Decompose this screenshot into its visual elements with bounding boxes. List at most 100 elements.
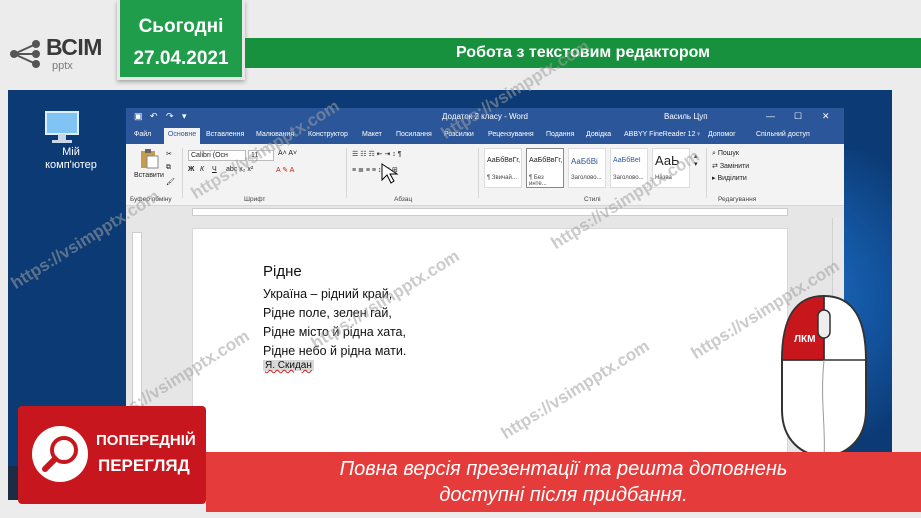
document-page[interactable]: Рідне Україна – рідний край, Рідне поле,… [192, 228, 788, 466]
style-sample: АаБбВеІ [613, 157, 641, 164]
find-label: Пошук [717, 150, 739, 157]
tab-file[interactable]: Файл [134, 131, 151, 138]
style-sample: АаБбВвГг, [487, 157, 521, 164]
paste-icon[interactable] [138, 148, 160, 170]
tab-insert[interactable]: Вставлення [206, 131, 244, 138]
logo-nodes-icon [10, 40, 40, 68]
computer-icon-label: Мій комп'ютер [45, 146, 97, 171]
group-clipboard: Буфер обміну [130, 196, 172, 203]
maximize-icon[interactable]: ☐ [794, 111, 802, 122]
group-paragraph: Абзац [394, 196, 413, 203]
replace-button[interactable]: ⇄ Замінити [712, 162, 749, 170]
date-label: Сьогодні [138, 16, 224, 37]
style-name: ¶ Звичай... [487, 175, 517, 181]
slide-title-bar: Робота з текстовим редактором [245, 38, 921, 68]
preview-title-1: ПОПЕРЕДНІЙ [96, 432, 196, 449]
italic-icon[interactable]: К [200, 166, 204, 173]
tell-me-input[interactable]: Допомог [708, 131, 736, 138]
style-sample: АаБбВі [571, 157, 598, 166]
magnifier-icon [32, 426, 88, 482]
bullets-icon[interactable]: ☰ ☷ ☶ ⇤ ⇥ ↕ ¶ [352, 150, 402, 158]
tab-draw[interactable]: Малювання [256, 131, 294, 138]
tab-references[interactable]: Посилання [396, 131, 432, 138]
font-size-select[interactable]: 11 [248, 150, 274, 161]
group-font: Шрифт [244, 196, 266, 203]
select-label: Виділити [717, 175, 747, 182]
word-window: ▣ ↶ ↷ ▾ Додаток 2 класу - Word Василь Цу… [126, 108, 844, 466]
divider [706, 148, 707, 198]
ribbon-tabs: Файл Основне Вставлення Малювання Констр… [126, 128, 844, 144]
underline-icon[interactable]: Ч [212, 166, 217, 173]
preview-title-2: ПЕРЕГЛЯД [98, 456, 190, 475]
tab-review[interactable]: Рецензування [488, 131, 534, 138]
copy-icon[interactable]: ⧉ [166, 164, 171, 172]
close-icon[interactable]: ✕ [822, 111, 830, 122]
date-value: 27.04.2021 [133, 48, 229, 69]
computer-icon[interactable] [42, 110, 82, 146]
style-heading1[interactable]: АаБбВі Заголово... [568, 148, 606, 188]
vertical-ruler [132, 232, 142, 412]
document-author: Я. Скидан [263, 360, 314, 371]
document-area: Рідне Україна – рідний край, Рідне поле,… [126, 218, 844, 466]
promo-line-1: Повна версія презентації та решта доповн… [339, 458, 788, 480]
style-name: Заголово... [571, 175, 602, 181]
document-line: Рідне місто й рідна хата, [263, 325, 406, 339]
replace-label: Замінити [719, 163, 750, 170]
divider [478, 148, 479, 198]
bold-icon[interactable]: Ж [188, 166, 194, 173]
tab-mailings[interactable]: Розсилки [444, 131, 474, 138]
divider [346, 148, 347, 198]
style-sample: АаЬ [655, 153, 680, 168]
logo-subtext: pptx [52, 60, 73, 72]
document-line: Рідне небо й рідна мати. [263, 344, 407, 358]
mouse-illustration [781, 294, 867, 458]
divider [182, 148, 183, 198]
promo-banner[interactable]: Повна версія презентації та решта доповн… [206, 452, 921, 512]
logo-text: ВСІМ [46, 34, 102, 60]
document-line: Рідне поле, зелен гай, [263, 306, 392, 320]
word-titlebar: ▣ ↶ ↷ ▾ Додаток 2 класу - Word Василь Цу… [126, 108, 844, 128]
tab-view[interactable]: Подання [546, 131, 574, 138]
promo-line-2: доступні після придбання. [439, 484, 688, 506]
grow-font-icon[interactable]: A˄ A˅ [278, 150, 297, 157]
lightbulb-icon[interactable]: ♀ [696, 131, 701, 138]
minimize-icon[interactable]: — [766, 111, 775, 121]
share-button[interactable]: Спільний доступ [756, 131, 810, 138]
mouse-label: ЛКМ [794, 334, 816, 345]
style-name: Заголово... [613, 175, 644, 181]
preview-badge[interactable]: ПОПЕРЕДНІЙ ПЕРЕГЛЯД [18, 406, 206, 504]
tab-abbyy[interactable]: ABBYY FineReader 12 [624, 131, 695, 138]
document-heading: Рідне [263, 263, 302, 280]
tab-home[interactable]: Основне [164, 128, 200, 144]
cut-icon[interactable]: ✂ [166, 150, 172, 158]
ruler-page-area [192, 208, 788, 216]
font-name-select[interactable]: Calibri (Осн [188, 150, 246, 161]
ribbon: Вставити ✂ ⧉ 🖌 Calibri (Осн 11 A˄ A˅ Ж К… [126, 144, 844, 206]
styles-scroll-icon[interactable]: ▴ ▾ [694, 152, 698, 168]
strikethrough-icon[interactable]: abc x₂ x² [226, 166, 253, 173]
group-editing: Редагування [718, 196, 757, 203]
user-name[interactable]: Василь Цуп [664, 112, 708, 121]
document-line: Україна – рідний край, [263, 287, 393, 301]
style-heading2[interactable]: АаБбВеІ Заголово... [610, 148, 648, 188]
tab-design[interactable]: Конструктор [308, 131, 348, 138]
date-badge: Сьогодні 27.04.2021 [117, 0, 245, 80]
vsim-logo: ВСІМ pptx [8, 30, 118, 78]
style-normal[interactable]: АаБбВвГг, ¶ Звичай... [484, 148, 522, 188]
format-painter-icon[interactable]: 🖌 [166, 178, 175, 186]
paste-button[interactable]: Вставити [134, 172, 164, 179]
style-name: ¶ Без инте... [529, 175, 547, 187]
find-button[interactable]: ⌕ Пошук [712, 150, 739, 158]
horizontal-ruler [126, 206, 844, 218]
font-color-icon[interactable]: A ✎ A [276, 166, 294, 174]
tab-layout[interactable]: Макет [362, 131, 382, 138]
select-button[interactable]: ▸ Виділити [712, 174, 747, 182]
document-title: Додаток 2 класу - Word [442, 112, 528, 121]
style-title[interactable]: АаЬ Назва [652, 148, 690, 188]
group-styles: Стилі [584, 196, 601, 203]
style-name: Назва [655, 175, 672, 181]
style-no-spacing[interactable]: АаБбВвГг, ¶ Без инте... [526, 148, 564, 188]
slide-title: Робота з текстовим редактором [456, 44, 710, 61]
mouse-cursor-icon [381, 163, 399, 184]
tab-help[interactable]: Довідка [586, 131, 611, 138]
